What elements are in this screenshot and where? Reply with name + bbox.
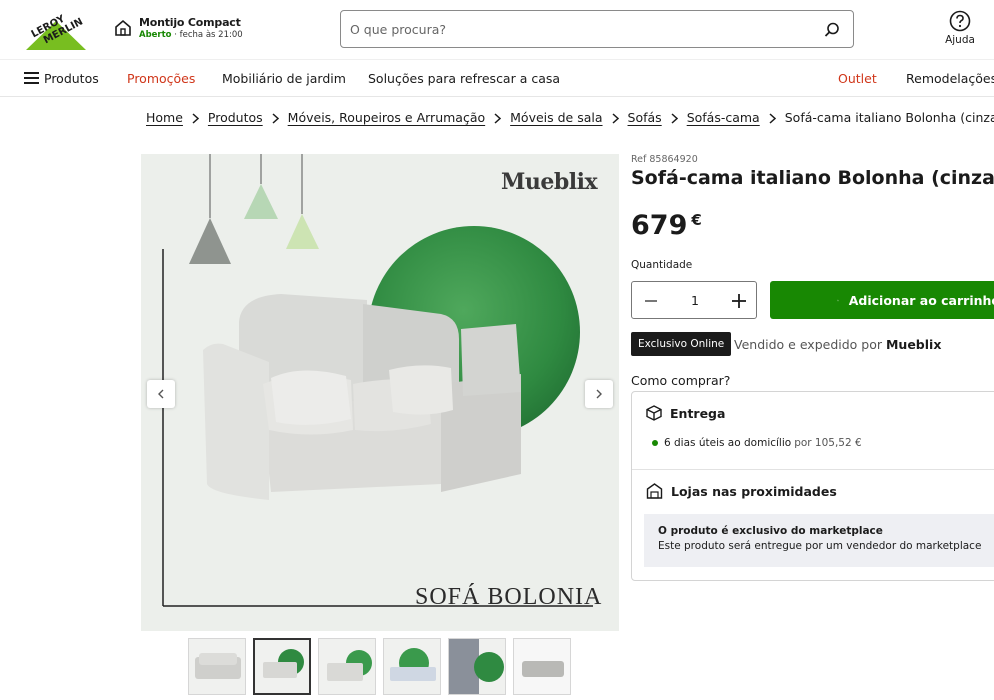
thumbnail[interactable]: [383, 638, 441, 695]
divider: [632, 469, 994, 470]
nav-remodel[interactable]: Remodelações e: [906, 71, 994, 86]
menu-icon[interactable]: [24, 72, 39, 84]
price-value: 679: [631, 210, 688, 241]
leroy-merlin-logo[interactable]: LEROY MERLIN: [22, 9, 90, 51]
marketplace-notice: O produto é exclusivo do marketplace Est…: [644, 514, 994, 567]
package-icon: [646, 405, 662, 421]
main-nav: Produtos Promoções Mobiliário de jardim …: [0, 59, 994, 97]
quantity-label: Quantidade: [631, 259, 693, 271]
seller-info: Vendido e expedido por Mueblix: [734, 337, 941, 352]
chevron-right-icon: [263, 110, 288, 125]
delivery-option-text: 6 dias úteis ao domicílio: [664, 437, 792, 449]
delivery-header: Entrega: [646, 405, 725, 421]
breadcrumb-sofas[interactable]: Sofás: [628, 110, 662, 125]
store-icon: [115, 19, 131, 36]
help-button[interactable]: Ajuda: [940, 10, 980, 46]
add-to-cart-button[interactable]: Adicionar ao carrinho: [770, 281, 994, 319]
breadcrumb-furniture[interactable]: Móveis, Roupeiros e Arrumação: [288, 110, 485, 125]
how-to-buy-heading: Como comprar?: [631, 373, 731, 388]
nearby-stores-header: Lojas nas proximidades: [646, 483, 837, 499]
chevron-right-icon: [760, 110, 785, 125]
next-image-button[interactable]: [585, 380, 613, 408]
chevron-right-icon: [603, 110, 628, 125]
help-icon: [949, 10, 971, 32]
price-currency: €: [691, 211, 702, 229]
thumbnail[interactable]: [188, 638, 246, 695]
product-image[interactable]: Mueblix SOFÁ BOLONIA: [141, 154, 619, 631]
store-icon: [646, 483, 663, 499]
nav-products[interactable]: Produtos: [44, 71, 99, 86]
minus-icon[interactable]: [644, 294, 658, 308]
search-icon[interactable]: [823, 21, 841, 39]
delivery-option-price: por 105,52 €: [794, 437, 862, 449]
previous-image-button[interactable]: [147, 380, 175, 408]
product-ref: Ref 85864920: [631, 154, 698, 165]
nav-cooling-solutions[interactable]: Soluções para refrescar a casa: [368, 71, 560, 86]
store-selector[interactable]: Montijo Compact Aberto · fecha às 21:00: [114, 16, 243, 40]
exclusive-online-badge: Exclusivo Online: [631, 332, 732, 356]
mueblix-brand-mark: Mueblix: [501, 169, 598, 195]
thumbnail-strip: [188, 638, 571, 695]
seller-prefix: Vendido e expedido por: [734, 337, 886, 352]
thumbnail[interactable]: [448, 638, 506, 695]
availability-dot: [652, 440, 658, 446]
quantity-value[interactable]: 1: [682, 293, 708, 308]
thumbnail-selected[interactable]: [253, 638, 311, 695]
site-header: LEROY MERLIN Montijo Compact Aberto · fe…: [0, 0, 994, 58]
store-status: Aberto: [139, 30, 172, 40]
notice-text: Este produto será entregue por um vended…: [658, 540, 982, 552]
plus-icon[interactable]: [731, 293, 747, 309]
chevron-left-icon: [158, 389, 164, 399]
chevron-right-icon: [596, 389, 602, 399]
nav-garden-furniture[interactable]: Mobiliário de jardim: [222, 71, 346, 86]
delivery-options: Entrega 6 dias úteis ao domicílio por 10…: [631, 391, 994, 581]
quantity-stepper: 1: [631, 281, 757, 319]
breadcrumb: Home Produtos Móveis, Roupeiros e Arruma…: [146, 110, 994, 125]
add-to-cart-label: Adicionar ao carrinho: [848, 292, 994, 308]
product-price: 679 €: [631, 210, 702, 241]
help-label: Ajuda: [945, 34, 975, 46]
delivery-option: 6 dias úteis ao domicílio por 105,52 €: [652, 437, 862, 449]
chevron-right-icon: [183, 110, 208, 125]
breadcrumb-current: Sofá-cama italiano Bolonha (cinza): [784, 110, 994, 125]
store-name: Montijo Compact: [139, 16, 241, 29]
delivery-title: Entrega: [670, 405, 726, 421]
nav-outlet[interactable]: Outlet: [838, 71, 877, 86]
chevron-right-icon: [485, 110, 510, 125]
cart-icon: [837, 299, 839, 301]
breadcrumb-living-room[interactable]: Móveis de sala: [510, 110, 602, 125]
store-closing: · fecha às 21:00: [171, 30, 243, 40]
product-title: Sofá-cama italiano Bolonha (cinza): [631, 167, 994, 189]
thumbnail[interactable]: [318, 638, 376, 695]
chevron-right-icon: [662, 110, 687, 125]
notice-title: O produto é exclusivo do marketplace: [658, 525, 883, 537]
breadcrumb-products[interactable]: Produtos: [208, 110, 263, 125]
image-caption: SOFÁ BOLONIA: [415, 584, 603, 610]
nav-promotions[interactable]: Promoções: [127, 71, 195, 86]
sofa-photo: [162, 154, 593, 607]
thumbnail[interactable]: [513, 638, 571, 695]
search-input[interactable]: [350, 19, 810, 39]
nearby-stores-title: Lojas nas proximidades: [671, 483, 837, 499]
search-bar: [340, 10, 854, 48]
seller-name[interactable]: Mueblix: [886, 337, 941, 352]
breadcrumb-sofa-beds[interactable]: Sofás-cama: [687, 110, 760, 125]
store-hours: Aberto · fecha às 21:00: [139, 30, 243, 40]
breadcrumb-home[interactable]: Home: [146, 110, 183, 125]
